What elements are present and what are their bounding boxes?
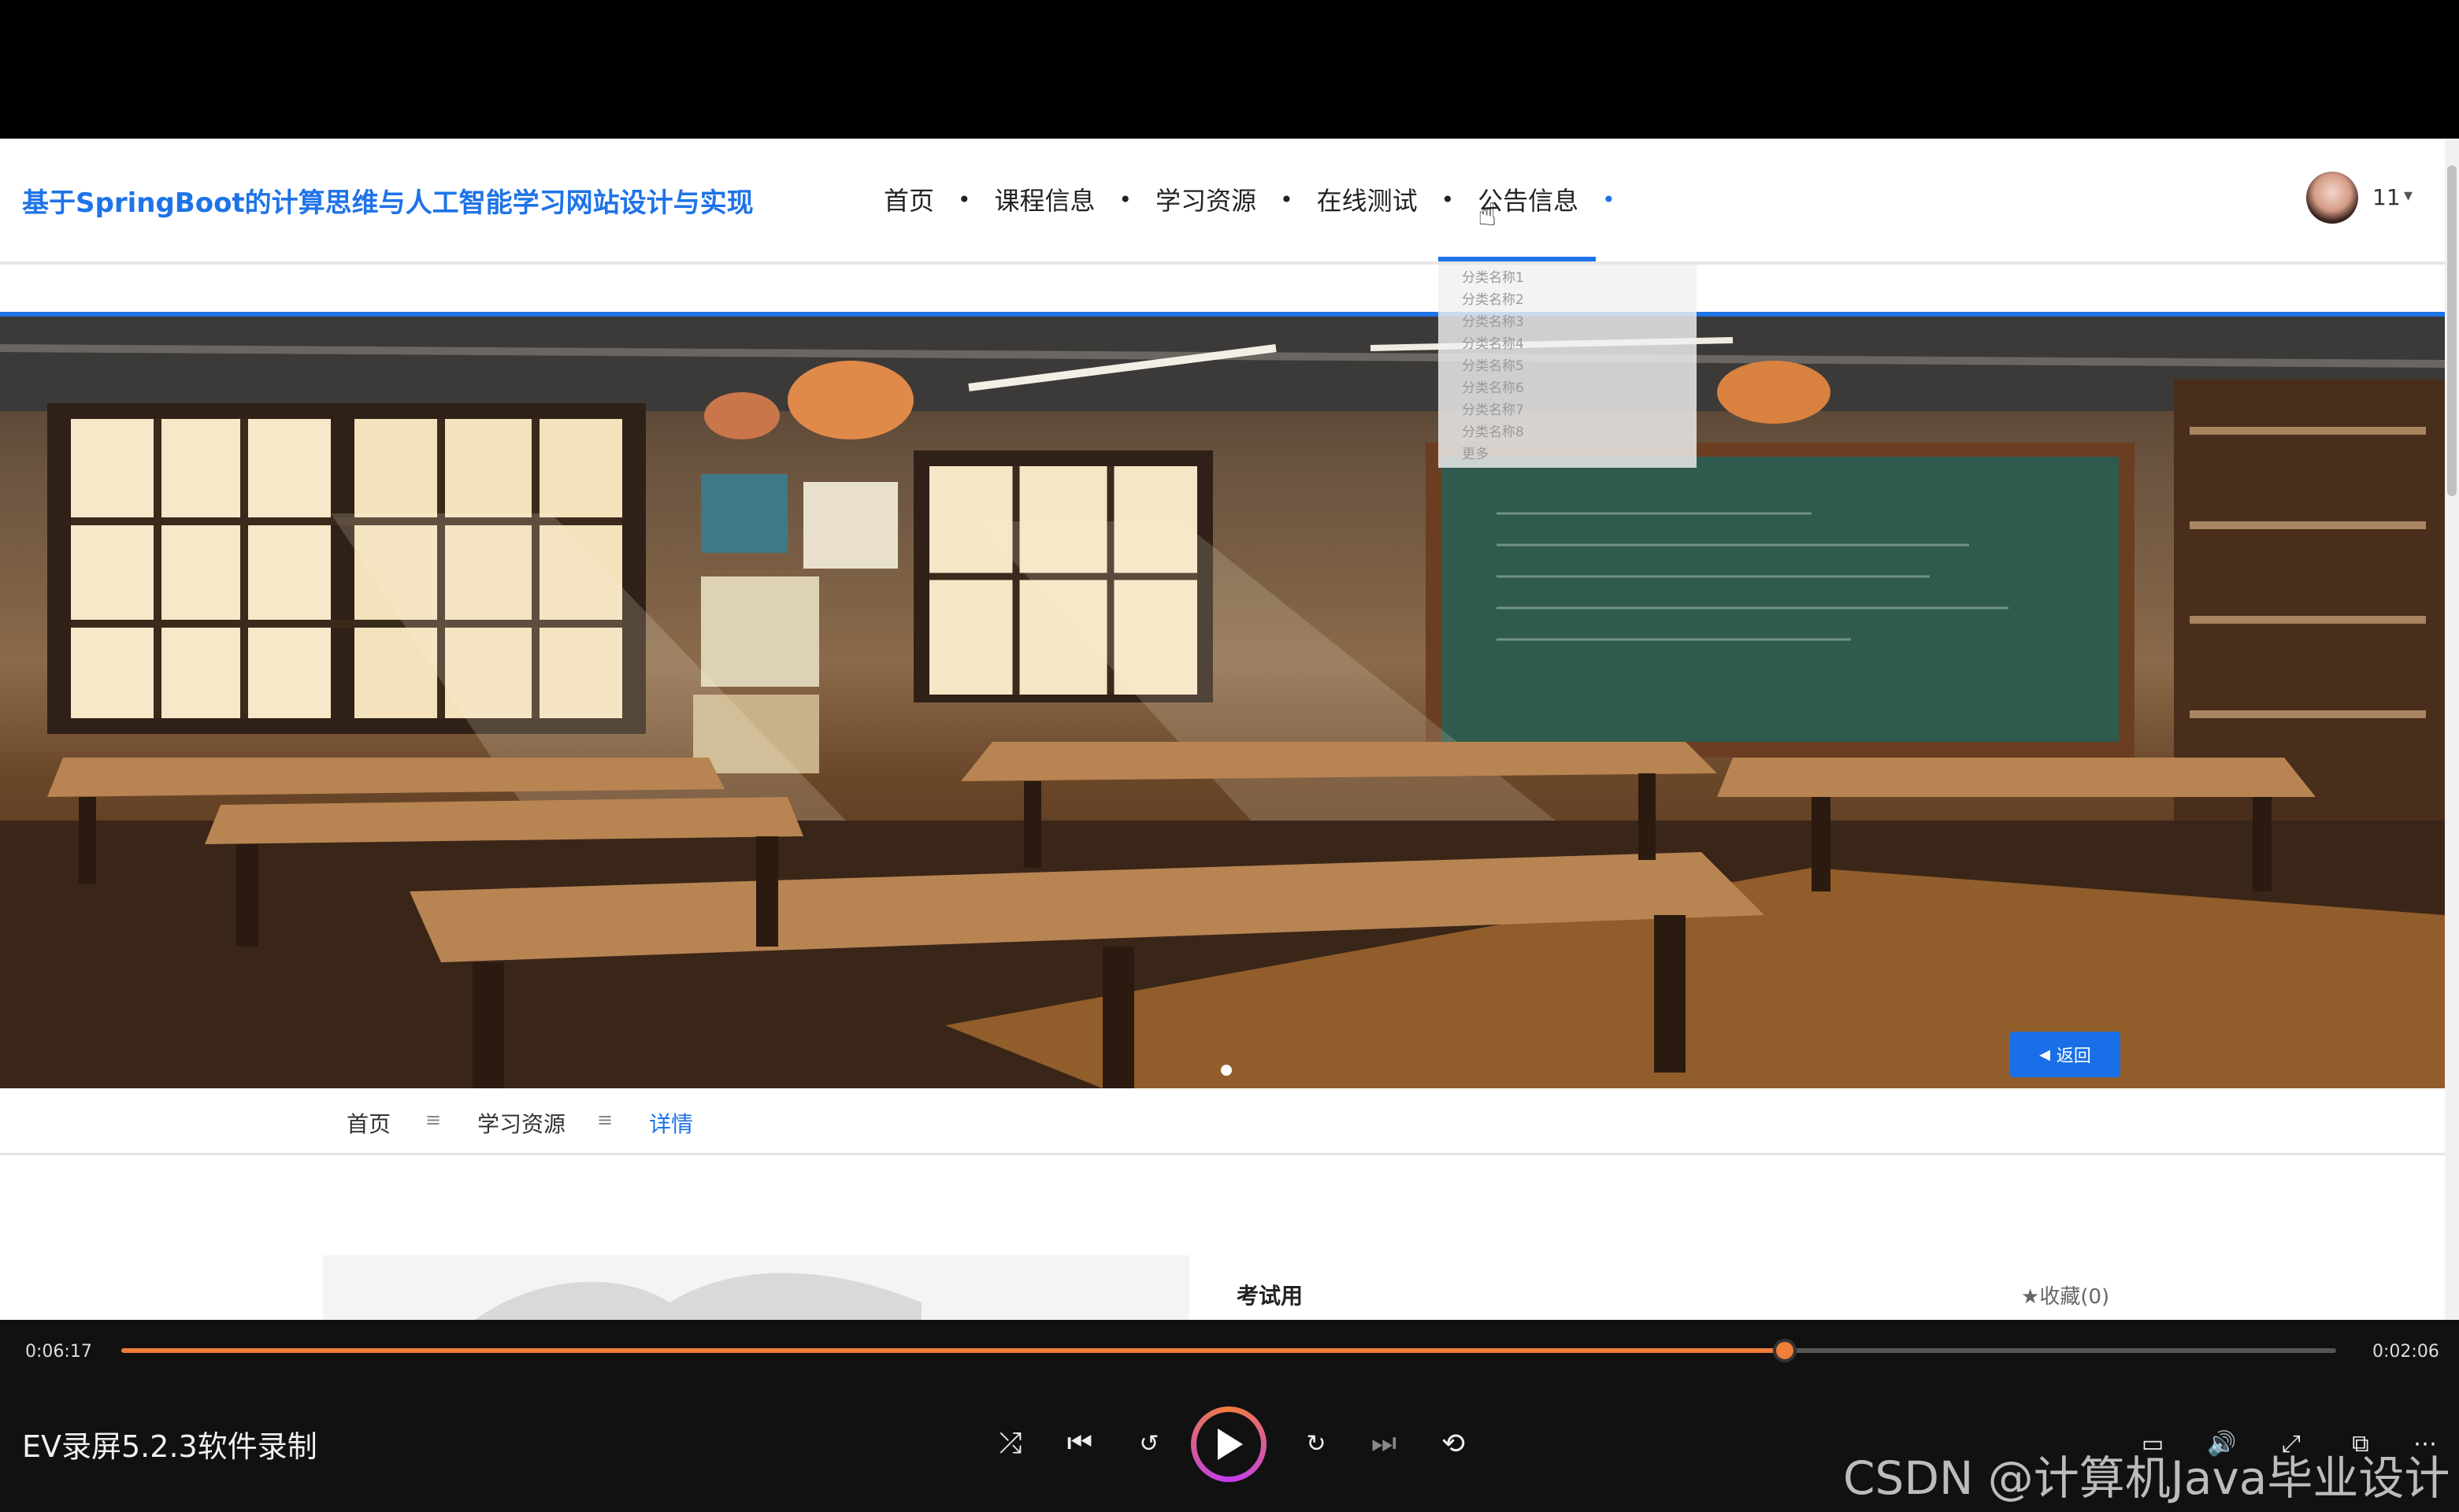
nav-separator-dot-active: • bbox=[1602, 186, 1615, 213]
star-icon: ★ bbox=[2021, 1285, 2040, 1309]
nav-item-courses[interactable]: 课程信息 bbox=[977, 181, 1113, 217]
carousel-indicator-dot[interactable] bbox=[1221, 1065, 1232, 1076]
open-book-illustration bbox=[474, 1273, 922, 1320]
dropdown-item[interactable]: 分类名称5 bbox=[1462, 354, 1524, 374]
dropdown-item[interactable]: 分类名称3 bbox=[1462, 310, 1524, 330]
announcement-dropdown-menu: 分类名称1 分类名称2 分类名称3 分类名称4 分类名称5 分类名称6 分类名称… bbox=[1438, 265, 1697, 468]
recording-title: EV录屏5.2.3软件录制 bbox=[22, 1429, 317, 1464]
back-button-label: 返回 bbox=[2056, 1047, 2091, 1066]
dropdown-item[interactable]: 分类名称1 bbox=[1462, 266, 1524, 286]
seek-bar-progress bbox=[121, 1348, 1785, 1353]
nav-separator-dot: • bbox=[1280, 186, 1293, 213]
dropdown-item[interactable]: 分类名称7 bbox=[1462, 398, 1524, 418]
chevron-down-icon[interactable]: ▾ bbox=[2404, 186, 2413, 206]
play-button[interactable] bbox=[1191, 1406, 1267, 1482]
collect-button[interactable]: ★收藏(0) bbox=[2021, 1280, 2109, 1310]
user-name[interactable]: 11 bbox=[2372, 184, 2401, 210]
previous-icon[interactable]: ⏮ bbox=[1060, 1424, 1100, 1463]
csdn-watermark: CSDN @计算机Java毕业设计 bbox=[1843, 1451, 2450, 1505]
dropdown-item[interactable]: 分类名称6 bbox=[1462, 376, 1524, 396]
dropdown-item[interactable]: 分类名称8 bbox=[1462, 421, 1524, 440]
current-time: 0:06:17 bbox=[25, 1342, 92, 1362]
hero-banner-image bbox=[0, 317, 2445, 1088]
breadcrumb-separator: ≡ bbox=[425, 1109, 442, 1131]
video-top-letterbox bbox=[0, 0, 2459, 139]
breadcrumb-home[interactable]: 首页 bbox=[347, 1107, 391, 1139]
play-icon bbox=[1196, 1412, 1261, 1477]
caret-left-icon: ◀ bbox=[2039, 1046, 2050, 1063]
breadcrumb-separator: ≡ bbox=[597, 1109, 614, 1131]
resource-title: 考试用 bbox=[1237, 1283, 1304, 1309]
dropdown-item[interactable]: 分类名称2 bbox=[1462, 288, 1524, 308]
site-title[interactable]: 基于SpringBoot的计算思维与人工智能学习网站设计与实现 bbox=[22, 181, 754, 220]
main-nav: 首页 • 课程信息 • 学习资源 • 在线测试 • 公告信息 • bbox=[866, 180, 1622, 219]
breadcrumb-current: 详情 bbox=[649, 1111, 694, 1137]
nav-active-indicator bbox=[1438, 257, 1596, 261]
repeat-off-icon[interactable]: ⟲ bbox=[1433, 1424, 1473, 1463]
nav-item-online-test[interactable]: 在线测试 bbox=[1300, 181, 1435, 217]
nav-separator-dot: • bbox=[958, 186, 971, 213]
nav-separator-dot: • bbox=[1441, 186, 1455, 213]
site-header: 基于SpringBoot的计算思维与人工智能学习网站设计与实现 首页 • 课程信… bbox=[0, 139, 2445, 265]
seek-bar-handle[interactable] bbox=[1772, 1339, 1797, 1362]
back-button[interactable]: ◀ 返回 bbox=[2010, 1032, 2120, 1077]
breadcrumb-resources[interactable]: 学习资源 bbox=[477, 1107, 566, 1139]
classroom-illustration bbox=[0, 317, 2445, 1088]
page-scrollbar-thumb[interactable] bbox=[2447, 165, 2457, 496]
nav-separator-dot: • bbox=[1118, 186, 1133, 213]
breadcrumb: 首页 ≡ 学习资源 ≡ 详情 bbox=[0, 1088, 2445, 1155]
mouse-cursor-icon: ☝ bbox=[1478, 197, 1497, 233]
next-icon[interactable]: ⏭ bbox=[1364, 1424, 1404, 1463]
nav-item-home[interactable]: 首页 bbox=[866, 181, 951, 217]
total-time: 0:02:06 bbox=[2372, 1342, 2439, 1362]
shuffle-icon[interactable]: ⤮ bbox=[991, 1424, 1030, 1463]
dropdown-item-more[interactable]: 更多 bbox=[1462, 443, 1489, 462]
resource-cover-image bbox=[323, 1255, 1189, 1320]
rewind-10-icon[interactable]: ↺ bbox=[1129, 1424, 1169, 1463]
dropdown-item[interactable]: 分类名称4 bbox=[1462, 332, 1524, 352]
forward-30-icon[interactable]: ↻ bbox=[1296, 1424, 1336, 1463]
web-page-viewport: 基于SpringBoot的计算思维与人工智能学习网站设计与实现 首页 • 课程信… bbox=[0, 139, 2445, 1320]
nav-item-resources[interactable]: 学习资源 bbox=[1138, 181, 1274, 217]
user-avatar[interactable] bbox=[2306, 172, 2358, 224]
